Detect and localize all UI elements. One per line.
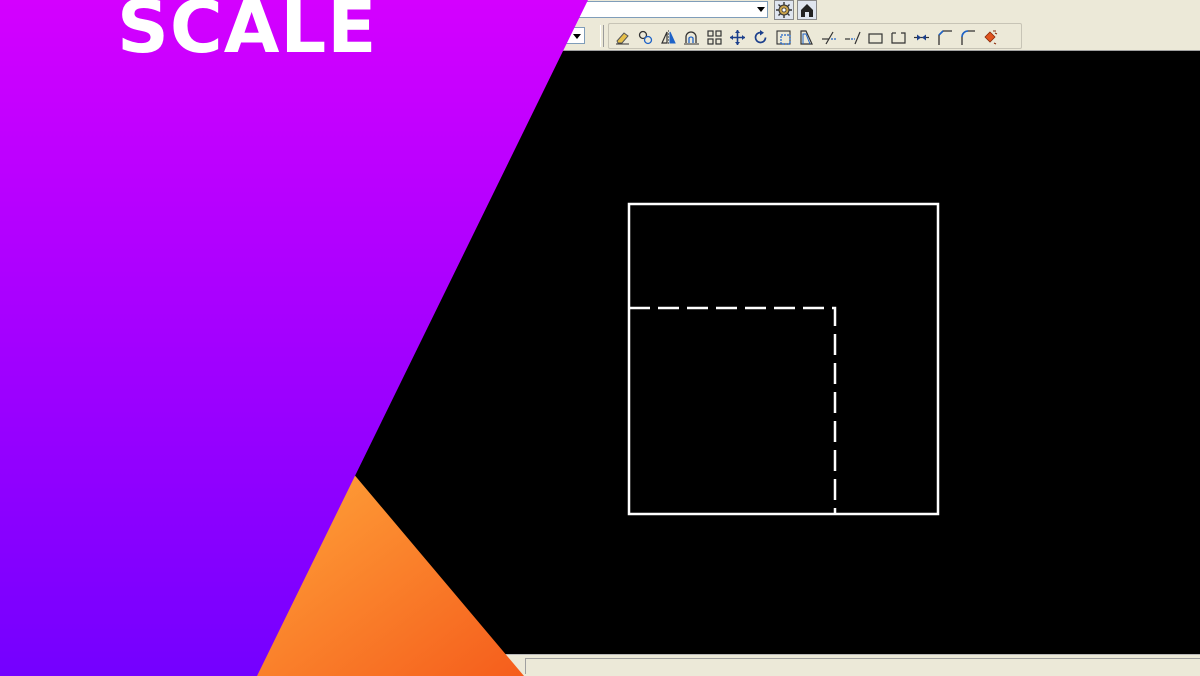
array-icon — [707, 29, 722, 45]
trim-icon — [822, 31, 837, 44]
join-tool[interactable] — [911, 28, 932, 46]
chevron-down-icon[interactable] — [757, 7, 765, 12]
offset-icon — [684, 30, 699, 44]
trim-tool[interactable] — [819, 28, 840, 46]
style-dropdown[interactable] — [555, 27, 585, 44]
move-icon — [730, 29, 745, 45]
modify-toolbar — [608, 23, 1022, 49]
thumbnail-frame: SCALE — [0, 0, 1200, 676]
status-field — [525, 658, 1200, 674]
chevron-down-icon[interactable] — [573, 34, 581, 39]
break-at-point-icon — [868, 32, 883, 44]
explode-icon — [984, 30, 998, 44]
mirror-tool[interactable] — [658, 28, 679, 46]
break-tool[interactable] — [888, 28, 909, 46]
layer-settings-button[interactable] — [774, 0, 794, 20]
chamfer-icon — [938, 29, 952, 45]
move-tool[interactable] — [727, 28, 748, 46]
eraser-icon — [616, 31, 629, 44]
layer-previous-button[interactable] — [797, 0, 817, 20]
drawing-outer-rectangle[interactable] — [627, 202, 940, 516]
erase-tool[interactable] — [612, 28, 633, 46]
stretch-tool[interactable] — [796, 28, 817, 46]
drawing-dashed-polyline[interactable] — [629, 306, 837, 514]
array-tool[interactable] — [704, 28, 725, 46]
scale-icon — [776, 29, 791, 45]
rotate-icon — [754, 29, 767, 43]
extend-tool[interactable] — [842, 28, 863, 46]
status-bar — [0, 654, 1200, 676]
chamfer-tool[interactable] — [934, 28, 955, 46]
explode-tool[interactable] — [980, 28, 1001, 46]
break-at-point-tool[interactable] — [865, 28, 886, 46]
fillet-tool[interactable] — [957, 28, 978, 46]
rotate-tool[interactable] — [750, 28, 771, 46]
mirror-icon — [661, 29, 676, 45]
join-icon — [914, 34, 929, 40]
scale-tool[interactable] — [773, 28, 794, 46]
gear-icon — [776, 2, 792, 18]
stretch-icon — [800, 29, 813, 45]
drawing-svg — [627, 202, 940, 516]
extend-icon — [845, 31, 861, 44]
fillet-icon — [961, 29, 975, 45]
house-icon — [801, 4, 813, 17]
offset-tool[interactable] — [681, 28, 702, 46]
thumbnail-title: SCALE — [117, 0, 378, 69]
copy-tool[interactable] — [635, 28, 656, 46]
drawing-canvas[interactable] — [0, 51, 1200, 654]
toolbar-grip[interactable] — [600, 25, 604, 47]
break-icon — [891, 31, 906, 44]
copy-icon — [638, 30, 653, 44]
layer-dropdown[interactable] — [560, 1, 768, 18]
